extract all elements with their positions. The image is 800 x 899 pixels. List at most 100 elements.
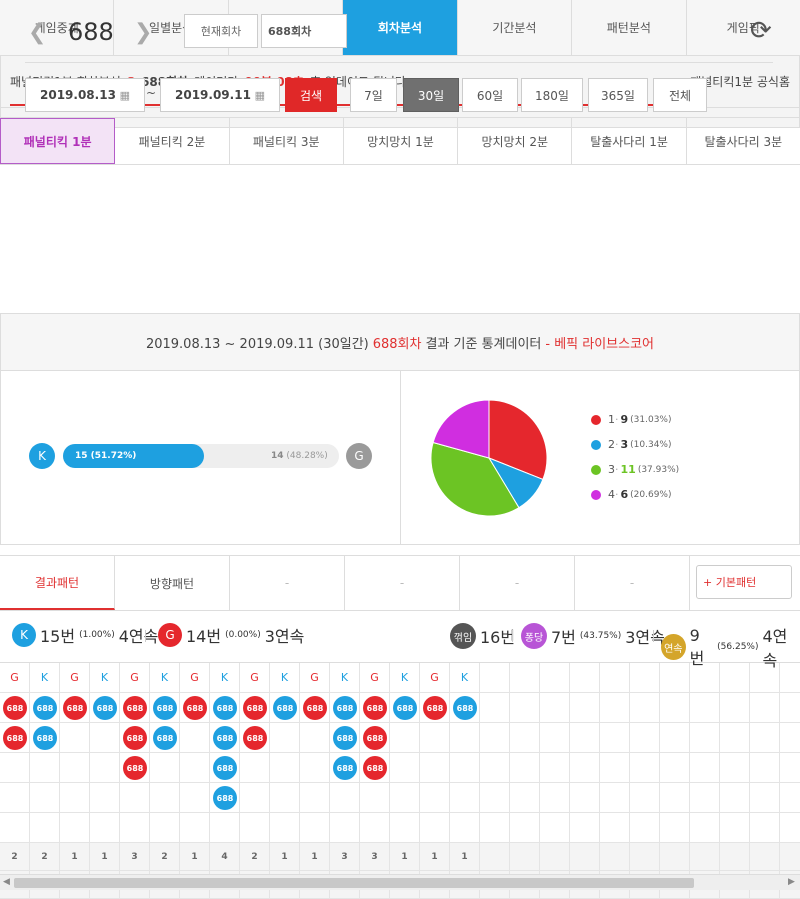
- stats-brand-link[interactable]: - 베픽 라이브스코어: [545, 333, 654, 352]
- result-ball: 688: [123, 726, 147, 750]
- grid-cell: [720, 753, 750, 783]
- period-button[interactable]: 30일: [403, 78, 459, 112]
- game-tab[interactable]: 탈출사다리 1분: [572, 118, 687, 164]
- pattern-tab[interactable]: 결과패턴: [0, 556, 115, 610]
- grid-cell: [690, 723, 720, 753]
- grid-cell: [750, 783, 780, 813]
- grid-cell: [240, 813, 270, 843]
- count-cell: 1: [420, 843, 450, 871]
- grid-header-cell: G: [0, 663, 30, 693]
- scroll-right-icon[interactable]: ▶: [788, 877, 795, 887]
- start-date-input[interactable]: 2019.08.13 ▦: [25, 78, 145, 112]
- grid-cell: [690, 783, 720, 813]
- count-cell: 2: [30, 843, 60, 871]
- period-button[interactable]: 전체: [653, 78, 707, 112]
- game-tab[interactable]: 탈출사다리 3분: [687, 118, 800, 164]
- grid-cell: [180, 783, 210, 813]
- legend-dot-icon: [591, 464, 601, 475]
- game-tab[interactable]: 패널티킥 2분: [115, 118, 230, 164]
- count-cell: 2: [0, 843, 30, 871]
- column-type-label: G: [430, 671, 439, 684]
- grid-cell: [390, 813, 420, 843]
- game-tab[interactable]: 망치망치 2분: [458, 118, 573, 164]
- grid-cell: [600, 753, 630, 783]
- grid-cell: [510, 693, 540, 723]
- start-date-value: 2019.08.13: [40, 88, 116, 102]
- calendar-icon[interactable]: ▦: [255, 89, 265, 102]
- scroll-left-icon[interactable]: ◀: [3, 877, 10, 887]
- grid-header-cell: [480, 663, 510, 693]
- grid-cell: [660, 813, 690, 843]
- legend-count: 9: [620, 413, 629, 426]
- game-tab[interactable]: 망치망치 1분: [344, 118, 459, 164]
- legend-label: 1: [608, 413, 615, 426]
- pattern-tab[interactable]: -: [230, 556, 345, 610]
- period-button[interactable]: 60일: [462, 78, 518, 112]
- next-round-button[interactable]: ❯: [134, 20, 152, 45]
- nav-tab[interactable]: 게임픽: [687, 0, 800, 55]
- nav-tab[interactable]: 패턴분석: [572, 0, 687, 55]
- grid-cell: [30, 783, 60, 813]
- grid-header-cell: K: [90, 663, 120, 693]
- legend-pct: (20.69%): [630, 489, 672, 500]
- result-ball: 688: [33, 726, 57, 750]
- grid-cell: [780, 813, 800, 843]
- period-button[interactable]: 365일: [588, 78, 648, 112]
- grid-cell: [600, 723, 630, 753]
- basic-pattern-button[interactable]: + 기본패턴: [696, 565, 792, 599]
- grid-cell: [750, 723, 780, 753]
- result-ball: 688: [33, 696, 57, 720]
- result-ball: 688: [363, 696, 387, 720]
- grid-cell: [780, 753, 800, 783]
- legend-sep: ·: [615, 413, 619, 426]
- pattern-tab[interactable]: 방향패턴: [115, 556, 230, 610]
- column-type-label: G: [10, 671, 19, 684]
- grid-cell: [420, 783, 450, 813]
- grid-cell: [180, 813, 210, 843]
- grid-cell: [660, 723, 690, 753]
- legend-label: 2: [608, 438, 615, 451]
- nav-tab[interactable]: 회차분석: [343, 0, 458, 55]
- grid-cell: [240, 783, 270, 813]
- grid-cell: [180, 723, 210, 753]
- grid-cell: [510, 723, 540, 753]
- grid-cell: [780, 693, 800, 723]
- pattern-tab[interactable]: -: [575, 556, 690, 610]
- column-type-label: G: [70, 671, 79, 684]
- divider: [512, 630, 513, 642]
- result-ball: 688: [123, 756, 147, 780]
- result-ball: 688: [423, 696, 447, 720]
- calendar-icon[interactable]: ▦: [120, 89, 130, 102]
- grid-header-cell: [510, 663, 540, 693]
- horizontal-scrollbar[interactable]: ◀ ▶: [0, 874, 800, 890]
- current-round-button[interactable]: 현재회차: [184, 14, 258, 48]
- search-button[interactable]: 검색: [285, 78, 337, 112]
- pattern-tab[interactable]: -: [460, 556, 575, 610]
- grid-cell: [510, 813, 540, 843]
- grid-cell: [390, 753, 420, 783]
- count-cell: 3: [120, 843, 150, 871]
- legend-pct: (37.93%): [637, 464, 680, 475]
- column-count: 1: [71, 851, 78, 862]
- legend-sep: ·: [615, 438, 619, 451]
- pattern-tab[interactable]: -: [345, 556, 460, 610]
- game-tab[interactable]: 패널티킥 3분: [230, 118, 344, 164]
- result-ball: 688: [93, 696, 117, 720]
- game-tab[interactable]: 패널티킥 1분: [0, 118, 116, 164]
- end-date-input[interactable]: 2019.09.11 ▦: [160, 78, 280, 112]
- prev-round-button[interactable]: ❮: [28, 20, 46, 45]
- grid-cell: [90, 813, 120, 843]
- grid-header-cell: [570, 663, 600, 693]
- period-button[interactable]: 180일: [521, 78, 583, 112]
- count-cell: [600, 843, 630, 871]
- result-ball: 688: [63, 696, 87, 720]
- refresh-button[interactable]: ⟳: [750, 16, 772, 46]
- round-input[interactable]: 688회차: [261, 14, 347, 48]
- scrollbar-thumb[interactable]: [14, 878, 694, 888]
- grid-header-cell: G: [180, 663, 210, 693]
- nav-tab[interactable]: 기간분석: [458, 0, 573, 55]
- column-type-label: G: [310, 671, 319, 684]
- grid-cell: [600, 693, 630, 723]
- period-button[interactable]: 7일: [350, 78, 397, 112]
- g-circle-icon: G: [346, 443, 372, 469]
